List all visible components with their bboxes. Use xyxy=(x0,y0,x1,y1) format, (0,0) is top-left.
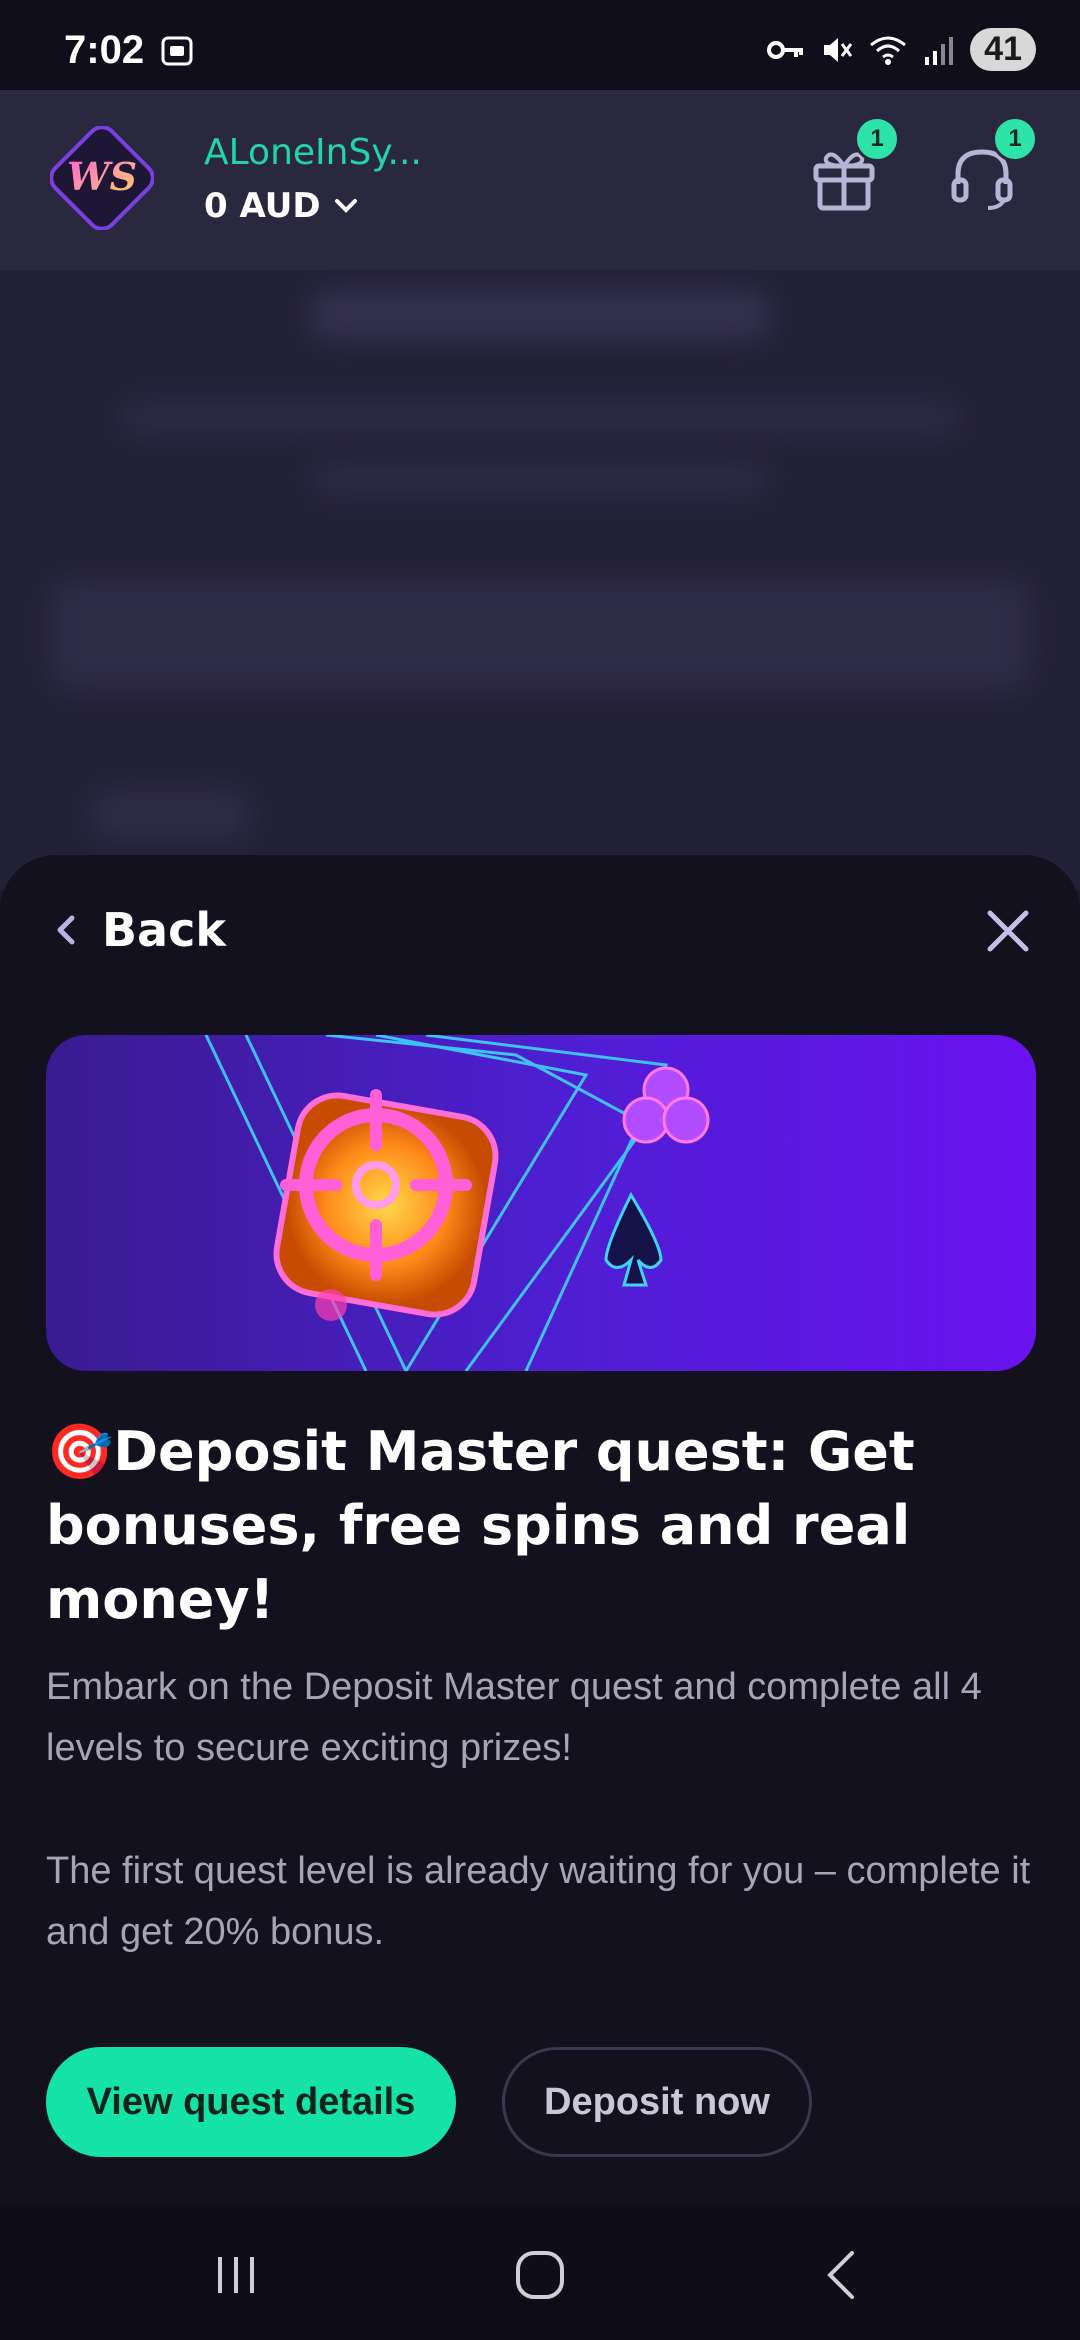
view-quest-details-button[interactable]: View quest details xyxy=(46,2047,456,2157)
chevron-down-icon xyxy=(334,199,357,213)
gift-badge: 1 xyxy=(854,116,900,162)
battery-indicator: 41 xyxy=(970,28,1036,71)
signal-icon xyxy=(925,36,954,65)
support-badge: 1 xyxy=(992,116,1038,162)
quest-illustration xyxy=(204,1035,710,1371)
username[interactable]: ALoneInSy... xyxy=(204,132,422,173)
balance-value: 0 AUD xyxy=(204,186,321,226)
key-icon xyxy=(767,40,804,59)
balance-selector[interactable]: 0 AUD xyxy=(204,186,361,226)
promo-description-1: Embark on the Deposit Master quest and c… xyxy=(46,1666,982,1769)
wifi-icon xyxy=(870,36,907,65)
back-label: Back xyxy=(102,903,226,957)
recents-icon[interactable] xyxy=(206,2245,266,2305)
promo-headline: 🎯Deposit Master quest: Get bonuses, free… xyxy=(46,1420,915,1631)
promo-banner-image xyxy=(46,1035,1036,1371)
ws-logo[interactable]: WS xyxy=(50,126,154,230)
system-nav-bar xyxy=(0,2205,1080,2340)
back-nav-icon[interactable] xyxy=(812,2245,872,2305)
support-button[interactable]: 1 xyxy=(944,116,1038,214)
status-time: 7:02 xyxy=(64,28,145,72)
chevron-left-icon xyxy=(57,915,75,945)
promo-bottom-sheet: Back 🎯Deposit Master quest: Get bonuses,… xyxy=(0,855,1080,2205)
status-bar: 7:02 41 xyxy=(0,0,1080,90)
promo-description-2: The first quest level is already waiting… xyxy=(46,1850,1031,1953)
home-icon[interactable] xyxy=(510,2245,570,2305)
mute-icon xyxy=(824,37,853,62)
background-content-blurred xyxy=(0,270,1080,890)
status-icons: 41 xyxy=(766,28,1036,71)
back-button[interactable]: Back xyxy=(50,903,226,957)
close-icon[interactable] xyxy=(982,905,1034,957)
deposit-now-button[interactable]: Deposit now xyxy=(502,2047,812,2157)
gift-button[interactable]: 1 xyxy=(806,116,900,214)
screenshot-icon xyxy=(161,36,193,66)
svg-text:WS: WS xyxy=(67,154,137,199)
app-header: WS ALoneInSy... 0 AUD 1 1 xyxy=(0,90,1080,270)
